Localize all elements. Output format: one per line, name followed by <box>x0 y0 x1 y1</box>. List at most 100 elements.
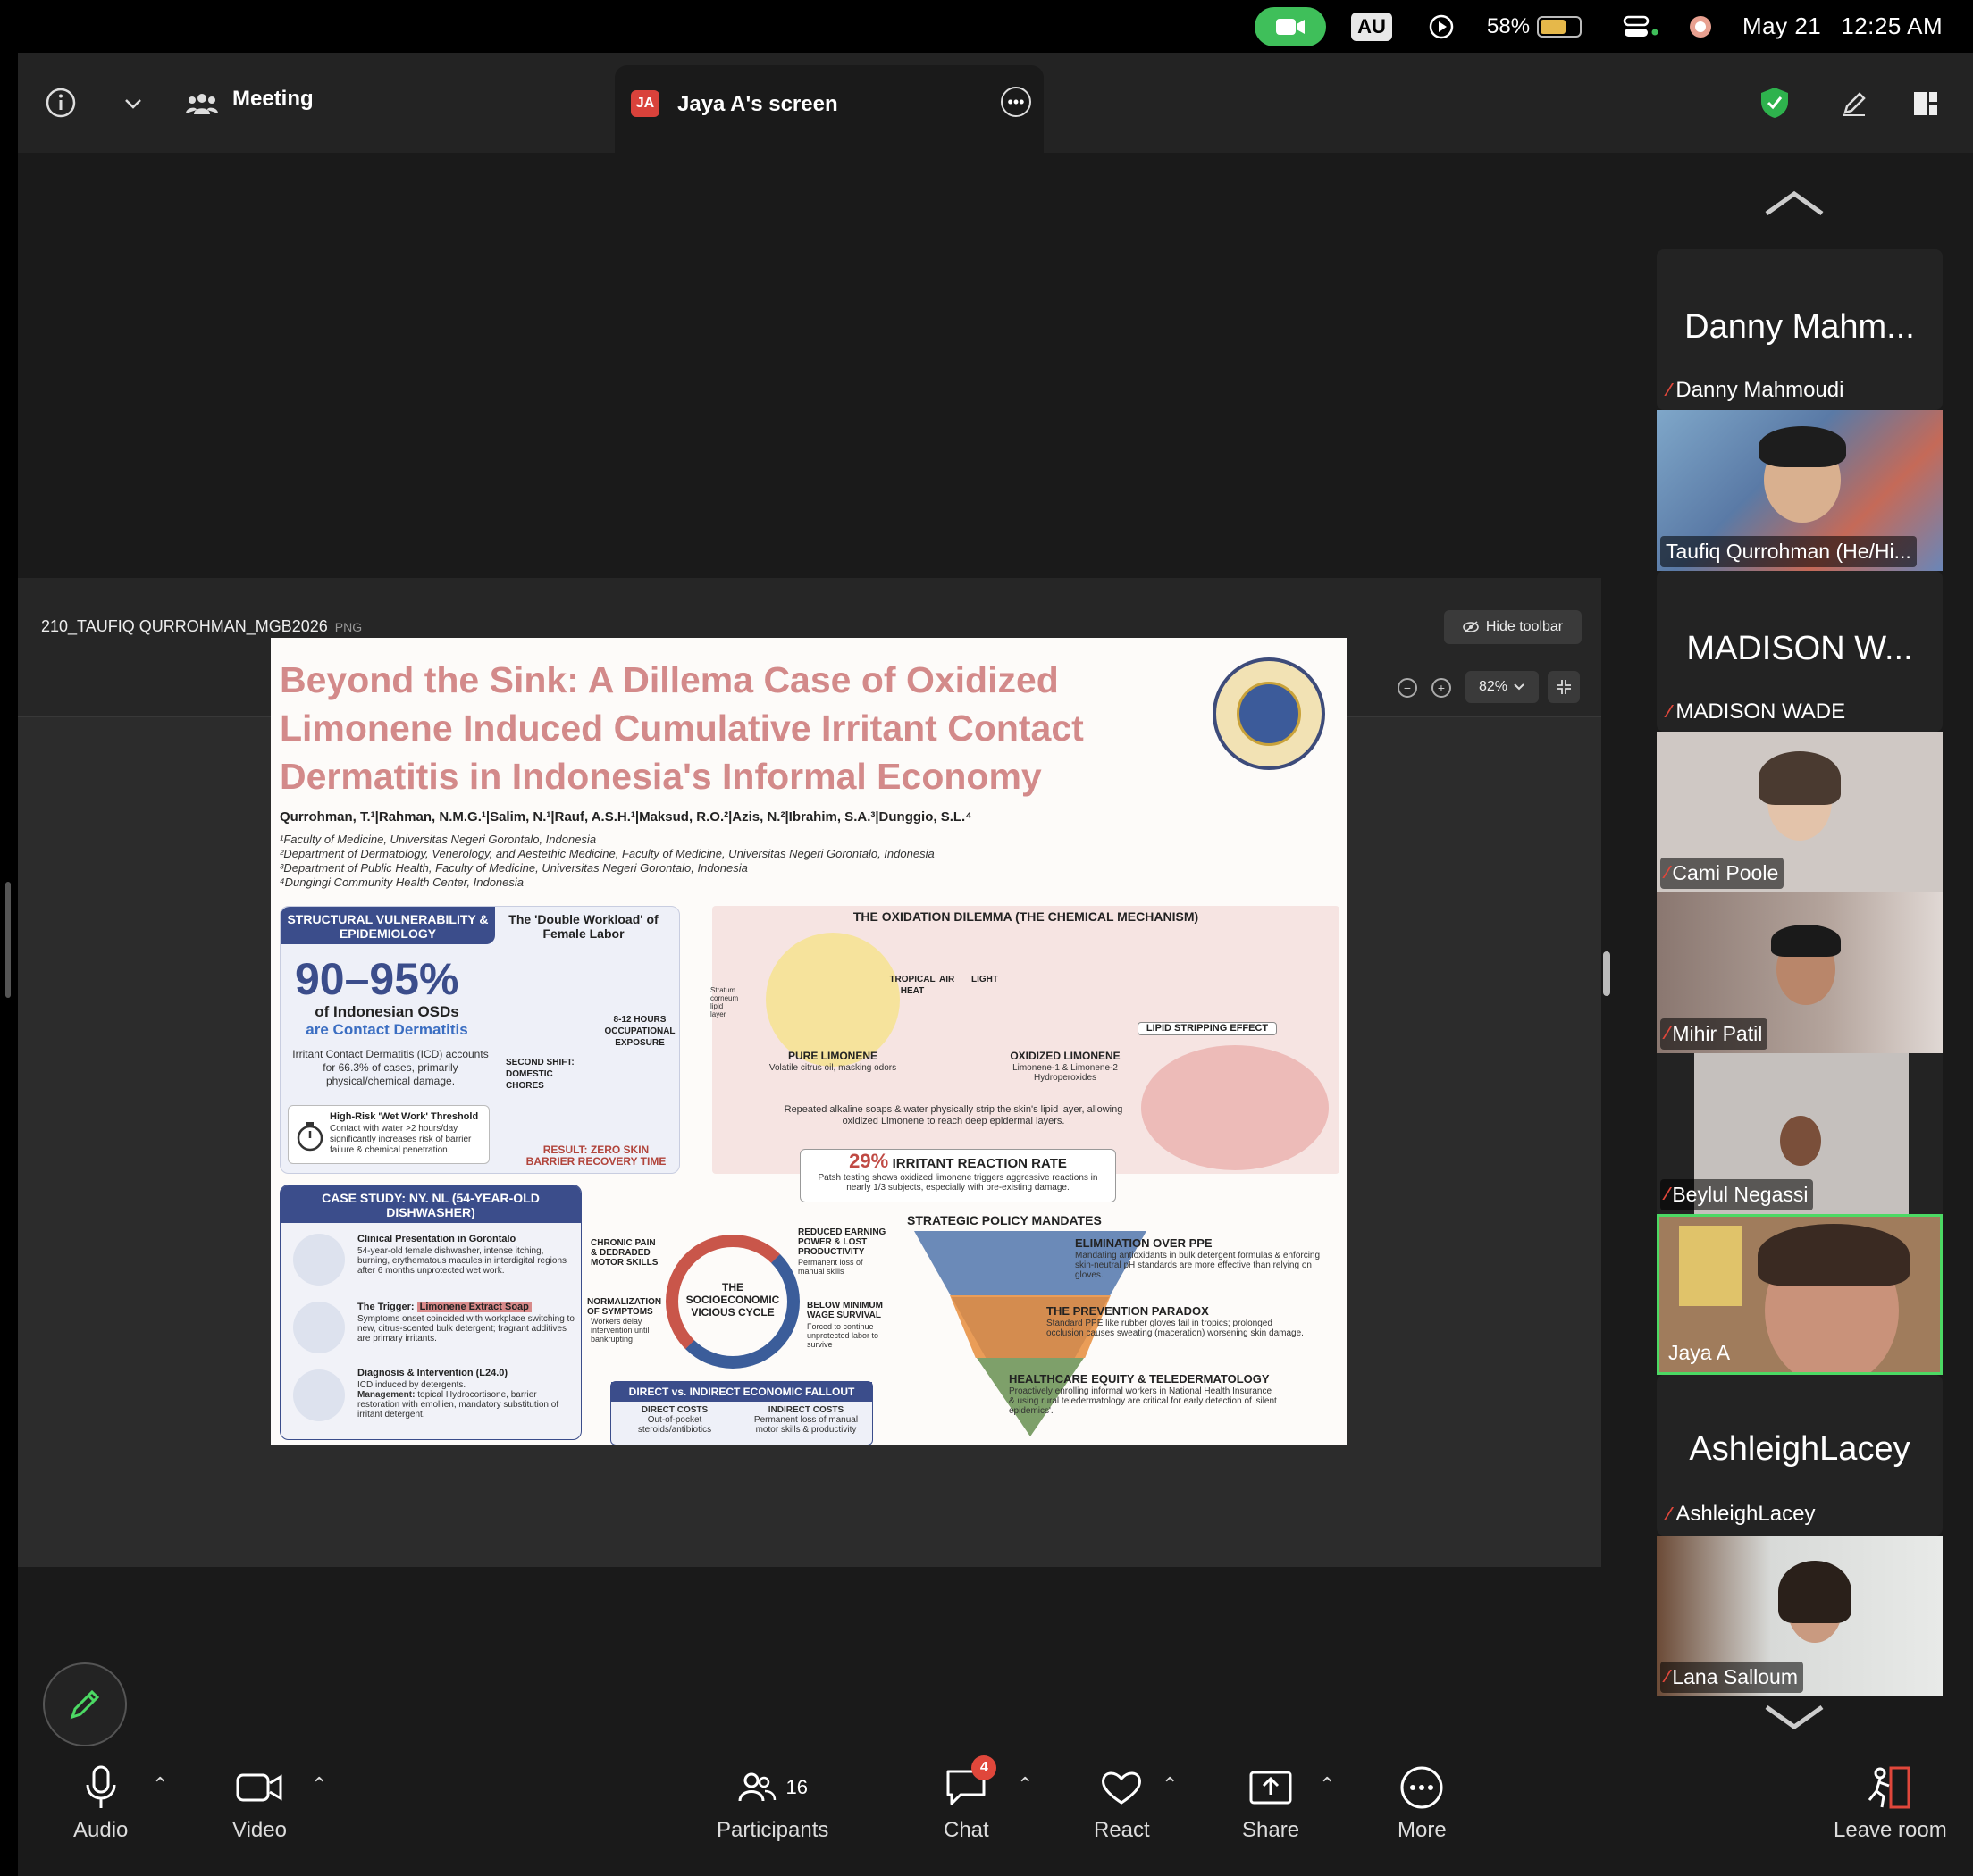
video-name-text: Beylul Negassi <box>1672 1183 1809 1206</box>
workload-heading: The 'Double Workload' of Female Labor <box>508 912 659 941</box>
meeting-topbar: Meeting JA Jaya A's screen ••• <box>18 53 1973 153</box>
affiliation-4: ⁴Dungingi Community Health Center, Indon… <box>280 875 524 889</box>
chevron-down-icon[interactable] <box>1762 1702 1826 1732</box>
participants-panel: Danny Mahm... ⁄ Danny Mahmoudi Taufiq Qu… <box>1642 153 1946 1752</box>
participant-hair <box>1759 426 1846 467</box>
affiliation-1: ¹Faculty of Medicine, Universitas Negeri… <box>280 833 597 846</box>
microphone-muted-icon: ⁄ <box>1667 1503 1671 1524</box>
audio-button[interactable]: Audio <box>73 1761 128 1843</box>
wet-work-title: High-Risk 'Wet Work' Threshold <box>330 1111 479 1122</box>
epidemiology-subtitle-b: are Contact Dermatitis <box>306 1021 468 1038</box>
screen-share-tab[interactable]: JA Jaya A's screen ••• <box>615 65 1044 153</box>
participants-label: Participants <box>717 1818 829 1842</box>
participant-video-tile[interactable]: ⁄ Beylul Negassi <box>1657 1053 1943 1214</box>
info-icon[interactable] <box>45 87 77 119</box>
chevron-down-icon[interactable] <box>122 92 145 115</box>
chemical-mechanism-section: THE OXIDATION DILEMMA (THE CHEMICAL MECH… <box>710 906 1339 1174</box>
share-screen-icon <box>1248 1761 1293 1814</box>
left-resize-handle[interactable] <box>5 882 11 998</box>
lipid-stripping-label: LIPID STRIPPING EFFECT <box>1138 1022 1277 1035</box>
oxidized-limonene-desc: Limonene-1 & Limonene-2 Hydroperoxides <box>1012 1063 1118 1083</box>
video-camera-icon[interactable] <box>1255 7 1326 46</box>
share-button[interactable]: Share <box>1242 1761 1299 1843</box>
input-source-badge[interactable]: AU <box>1351 13 1392 41</box>
participant-video-tile[interactable]: Taufiq Qurrohman (He/Hi... <box>1657 410 1943 571</box>
case-trigger-label: The Trigger: <box>357 1302 415 1312</box>
participant-tile[interactable]: Danny Mahm... ⁄ Danny Mahmoudi <box>1657 249 1943 410</box>
zoom-out-icon[interactable]: − <box>1398 678 1417 698</box>
leave-room-button[interactable]: Leave room <box>1834 1761 1947 1843</box>
share-options-caret[interactable]: ⌃ <box>1319 1773 1335 1796</box>
fallout-heading: DIRECT vs. INDIRECT ECONOMIC FALLOUT <box>611 1382 872 1402</box>
shield-icon[interactable] <box>1757 85 1792 121</box>
more-icon[interactable]: ••• <box>1001 87 1031 117</box>
play-icon[interactable] <box>1426 0 1457 53</box>
battery-icon[interactable] <box>1537 16 1582 38</box>
control-center-icon[interactable] <box>1621 0 1660 53</box>
case-diagnosis-title: Diagnosis & Intervention (L24.0) <box>357 1368 508 1378</box>
video-name-label: ⁄ Beylul Negassi <box>1660 1179 1814 1210</box>
video-name-label: ⁄ Mihir Patil <box>1660 1018 1768 1050</box>
chevron-up-icon[interactable] <box>1762 188 1826 219</box>
menubar-clock[interactable]: May 21 12:25 AM <box>1742 0 1943 53</box>
participant-display-name: Danny Mahm... <box>1684 308 1915 346</box>
zoom-in-icon[interactable]: + <box>1431 678 1451 698</box>
meeting-label[interactable]: Meeting <box>232 87 314 112</box>
economic-fallout-box: DIRECT vs. INDIRECT ECONOMIC FALLOUT DIR… <box>610 1381 873 1445</box>
screen-tab-title: Jaya A's screen <box>677 92 838 116</box>
irritant-rate-label: IRRITANT REACTION RATE <box>892 1156 1067 1171</box>
participants-icon[interactable] <box>184 88 220 119</box>
participants-count: 16 <box>785 1776 808 1798</box>
react-label: React <box>1094 1818 1150 1842</box>
participant-video-tile[interactable]: ⁄ Mihir Patil <box>1657 892 1943 1053</box>
zoom-select[interactable]: 82% <box>1465 671 1539 703</box>
active-speaker-tile[interactable]: Jaya A <box>1657 1214 1943 1375</box>
more-button[interactable]: More <box>1398 1761 1447 1843</box>
video-label: Video <box>232 1818 287 1842</box>
participants-button[interactable]: 16 Participants <box>717 1761 828 1843</box>
indirect-costs: INDIRECT COSTS Permanent loss of manual … <box>743 1405 869 1435</box>
chat-options-caret[interactable]: ⌃ <box>1017 1773 1033 1796</box>
panel-resize-handle[interactable] <box>1603 951 1610 996</box>
case-diagnosis-text: ICD induced by detergents. Management: t… <box>357 1380 575 1420</box>
participant-name-text: AshleighLacey <box>1675 1502 1816 1526</box>
video-options-caret[interactable]: ⌃ <box>311 1773 327 1796</box>
heat-label: TROPICAL HEAT <box>889 975 936 996</box>
leave-room-label: Leave room <box>1834 1818 1947 1842</box>
participant-tile[interactable]: AshleighLacey ⁄ AshleighLacey <box>1657 1375 1943 1536</box>
direct-costs-title: DIRECT COSTS <box>641 1405 709 1415</box>
chat-label: Chat <box>944 1818 989 1842</box>
audio-options-caret[interactable]: ⌃ <box>152 1773 168 1796</box>
case-presentation-title: Clinical Presentation in Gorontalo <box>357 1234 516 1244</box>
epidemiology-stat: 90–95% <box>295 954 459 1004</box>
participant-hair <box>1771 925 1841 957</box>
sync-icon[interactable] <box>1685 0 1716 53</box>
cycle-step-4: BELOW MINIMUM WAGE SURVIVAL <box>807 1301 883 1320</box>
case-management-label: Management: <box>357 1390 416 1400</box>
icd-share: Irritant Contact Dermatitis (ICD) accoun… <box>292 1048 489 1087</box>
participant-video-tile[interactable]: ⁄ Lana Salloum <box>1657 1536 1943 1696</box>
annotate-button[interactable] <box>43 1662 127 1746</box>
epidemiology-subtitle-a: of Indonesian OSDs <box>315 1003 459 1020</box>
participant-video-tile[interactable]: ⁄ Cami Poole <box>1657 732 1943 892</box>
case-presentation-text: 54-year-old female dishwasher, intense i… <box>357 1246 567 1276</box>
video-name-text: Cami Poole <box>1672 861 1779 884</box>
video-button[interactable]: Video <box>232 1761 287 1843</box>
microphone-muted-icon: ⁄ <box>1666 863 1669 883</box>
participant-tile[interactable]: MADISON W... ⁄ MADISON WADE <box>1657 571 1943 732</box>
hide-toolbar-button[interactable]: Hide toolbar <box>1444 610 1582 644</box>
react-options-caret[interactable]: ⌃ <box>1162 1773 1178 1796</box>
direct-costs-desc: Out-of-pocket steroids/antibiotics <box>637 1415 712 1435</box>
case-trigger-tag: Limonene Extract Soap <box>416 1302 532 1312</box>
chat-button[interactable]: 4 Chat <box>944 1755 997 1843</box>
pencil-icon[interactable] <box>1837 87 1871 121</box>
menubar-time: 12:25 AM <box>1841 13 1944 39</box>
fit-screen-icon[interactable] <box>1548 671 1580 703</box>
affiliation-2: ²Department of Dermatology, Venerology, … <box>280 847 935 860</box>
participant-name-text: Danny Mahmoudi <box>1675 378 1844 402</box>
epidemiology-section: STRUCTURAL VULNERABILITY & EPIDEMIOLOGY … <box>280 906 680 1174</box>
chat-unread-badge: 4 <box>971 1755 997 1780</box>
policy-heading: STRATEGIC POLICY MANDATES <box>907 1213 1102 1227</box>
layout-icon[interactable] <box>1909 87 1943 121</box>
react-button[interactable]: React <box>1094 1761 1150 1843</box>
